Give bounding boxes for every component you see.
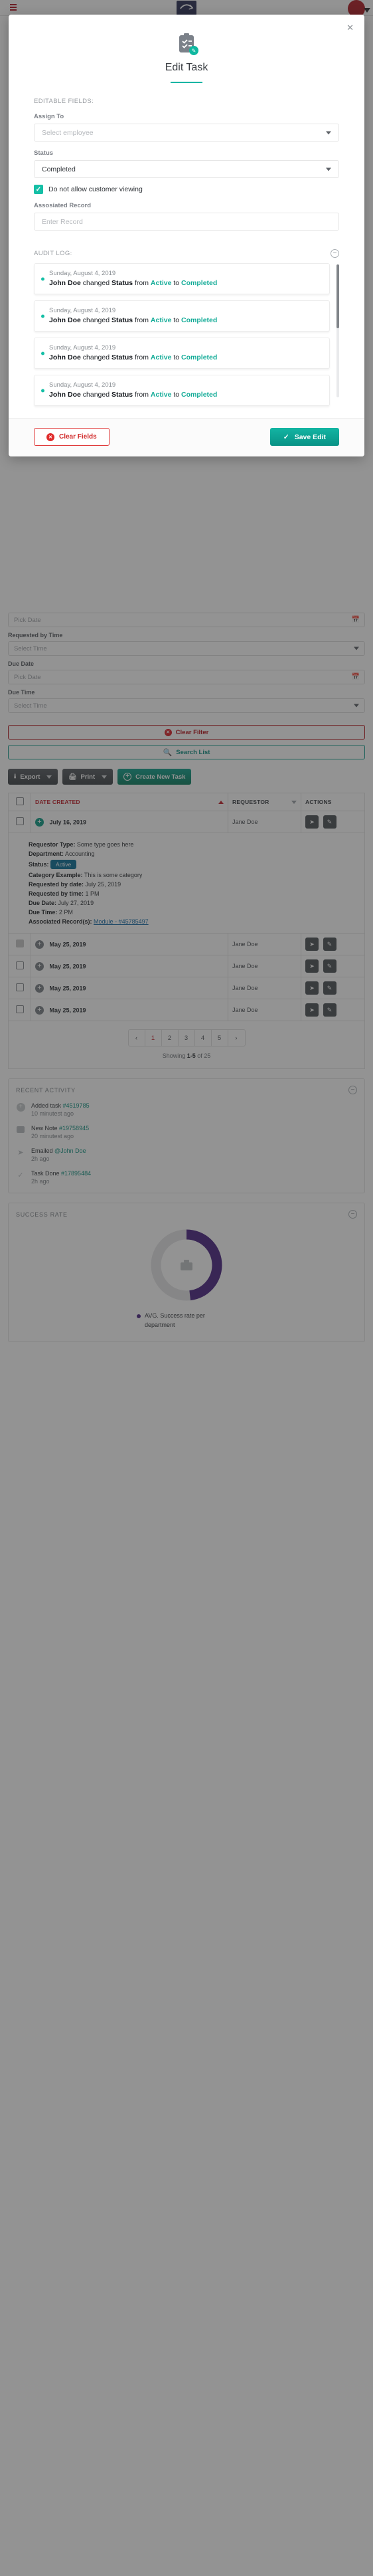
audit-text: John Doe changed Status from Active to C… <box>49 279 321 287</box>
audit-field: Status <box>111 316 133 324</box>
associated-record-placeholder: Enter Record <box>42 217 83 226</box>
audit-to-value: Completed <box>181 391 218 399</box>
audit-actor: John Doe <box>49 353 81 361</box>
audit-actor: John Doe <box>49 316 81 324</box>
list-item: Sunday, August 4, 2019 John Doe changed … <box>34 300 330 332</box>
do-not-allow-customer-viewing-label: Do not allow customer viewing <box>48 185 143 193</box>
audit-from-word: from <box>135 353 149 361</box>
audit-from-word: from <box>135 316 149 324</box>
audit-to-value: Completed <box>181 279 218 287</box>
bullet-icon <box>41 389 44 392</box>
audit-actor: John Doe <box>49 391 81 399</box>
audit-actor: John Doe <box>49 279 81 287</box>
audit-from-value: Active <box>150 316 172 324</box>
check-icon: ✓ <box>283 433 289 441</box>
audit-to-word: to <box>173 316 180 324</box>
audit-log-header: AUDIT LOG: − <box>34 249 339 258</box>
audit-to-word: to <box>173 391 180 399</box>
audit-log-label: AUDIT LOG: <box>34 250 72 257</box>
bullet-icon <box>41 351 44 355</box>
modal-footer: ✕ Clear Fields ✓ Save Edit <box>9 418 364 456</box>
assign-to-select[interactable]: Select employee <box>34 124 339 142</box>
audit-text: John Doe changed Status from Active to C… <box>49 391 321 399</box>
do-not-allow-customer-viewing-checkbox[interactable]: ✓ Do not allow customer viewing <box>34 185 339 194</box>
audit-from-value: Active <box>150 391 172 399</box>
scrollbar-thumb[interactable] <box>336 264 339 328</box>
clear-fields-label: Clear Fields <box>59 433 97 441</box>
chevron-down-icon <box>326 131 331 134</box>
assign-to-placeholder: Select employee <box>42 128 94 137</box>
audit-log-list: Sunday, August 4, 2019 John Doe changed … <box>34 263 339 406</box>
audit-text: John Doe changed Status from Active to C… <box>49 316 321 324</box>
audit-verb: changed <box>82 353 110 361</box>
audit-from-word: from <box>135 391 149 399</box>
audit-verb: changed <box>82 316 110 324</box>
audit-text: John Doe changed Status from Active to C… <box>49 353 321 361</box>
status-value: Completed <box>42 165 76 173</box>
audit-from-value: Active <box>150 279 172 287</box>
audit-from-word: from <box>135 279 149 287</box>
assign-to-label: Assign To <box>34 113 64 120</box>
list-item: Sunday, August 4, 2019 John Doe changed … <box>34 338 330 369</box>
page-title: Edit Task <box>165 62 208 73</box>
associated-record-label: Assosiated Record <box>34 202 92 209</box>
audit-field: Status <box>111 279 133 287</box>
audit-from-value: Active <box>150 353 172 361</box>
chevron-down-icon <box>326 167 331 171</box>
save-edit-button[interactable]: ✓ Save Edit <box>269 428 339 446</box>
audit-date: Sunday, August 4, 2019 <box>49 270 116 277</box>
bullet-icon <box>41 277 44 280</box>
clear-fields-button[interactable]: ✕ Clear Fields <box>34 428 110 446</box>
circle-x-icon: ✕ <box>46 433 54 441</box>
audit-date: Sunday, August 4, 2019 <box>49 344 116 351</box>
pencil-icon: ✎ <box>189 46 198 55</box>
associated-record-input[interactable]: Enter Record <box>34 213 339 231</box>
check-icon: ✓ <box>34 185 43 194</box>
audit-date: Sunday, August 4, 2019 <box>49 381 116 389</box>
audit-to-value: Completed <box>181 316 218 324</box>
list-item: Sunday, August 4, 2019 John Doe changed … <box>34 375 330 406</box>
close-icon[interactable]: ✕ <box>346 23 354 33</box>
clipboard-edit-icon: ✎ <box>178 33 198 55</box>
title-underline <box>171 82 202 83</box>
audit-field: Status <box>111 353 133 361</box>
modal-header: ✎ Edit Task <box>34 15 339 83</box>
audit-verb: changed <box>82 279 110 287</box>
status-select[interactable]: Completed <box>34 160 339 178</box>
list-item: Sunday, August 4, 2019 John Doe changed … <box>34 263 330 294</box>
minus-circle-icon[interactable]: − <box>331 249 339 258</box>
bullet-icon <box>41 314 44 318</box>
edit-task-modal: ✕ ✎ Edit Task EDITABLE FIELDS: Assign To… <box>9 15 364 456</box>
audit-to-word: to <box>173 353 180 361</box>
audit-field: Status <box>111 391 133 399</box>
audit-date: Sunday, August 4, 2019 <box>49 307 116 314</box>
status-label: Status <box>34 149 54 157</box>
audit-verb: changed <box>82 391 110 399</box>
audit-to-word: to <box>173 279 180 287</box>
editable-fields-label: EDITABLE FIELDS: <box>34 98 94 105</box>
audit-to-value: Completed <box>181 353 218 361</box>
save-edit-label: Save Edit <box>294 433 326 441</box>
